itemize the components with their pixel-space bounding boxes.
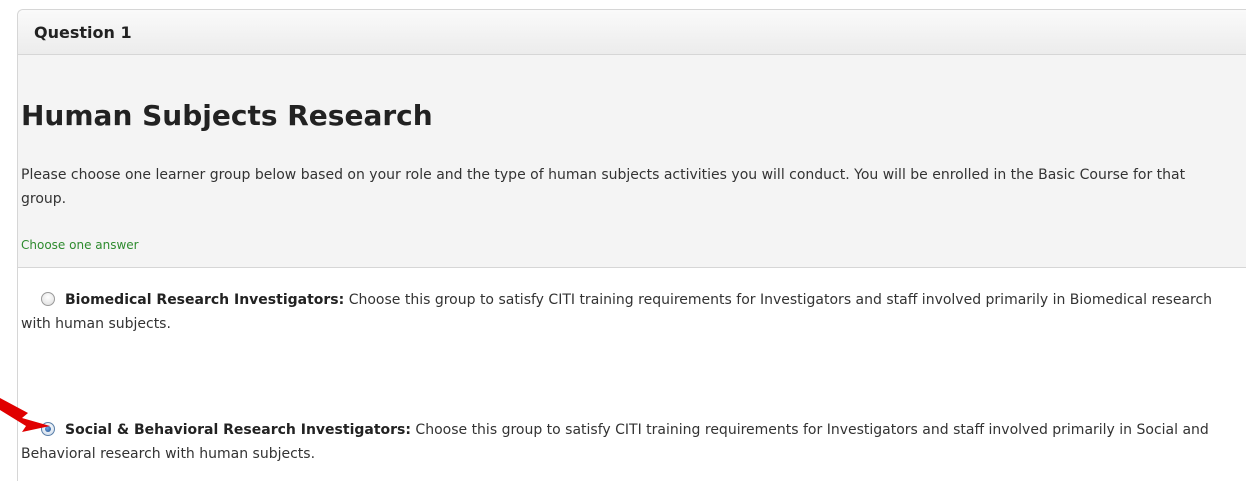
question-title: Human Subjects Research bbox=[21, 99, 433, 132]
answer-label-social-behavioral: Social & Behavioral Research Investigato… bbox=[65, 422, 411, 438]
radio-biomedical[interactable] bbox=[41, 292, 55, 306]
question-panel: Question 1 Human Subjects Research Pleas… bbox=[17, 9, 1246, 481]
question-number: Question 1 bbox=[34, 22, 132, 42]
answer-hint: Choose one answer bbox=[21, 238, 139, 252]
red-arrow-icon bbox=[0, 398, 50, 432]
answer-option-biomedical[interactable]: Biomedical Research Investigators: Choos… bbox=[21, 288, 1216, 336]
question-body: Human Subjects Research Please choose on… bbox=[18, 55, 1246, 268]
answer-label-biomedical: Biomedical Research Investigators: bbox=[65, 292, 345, 308]
question-header: Question 1 bbox=[18, 10, 1246, 55]
answer-option-social-behavioral[interactable]: Social & Behavioral Research Investigato… bbox=[21, 418, 1216, 466]
question-description: Please choose one learner group below ba… bbox=[21, 167, 1186, 207]
